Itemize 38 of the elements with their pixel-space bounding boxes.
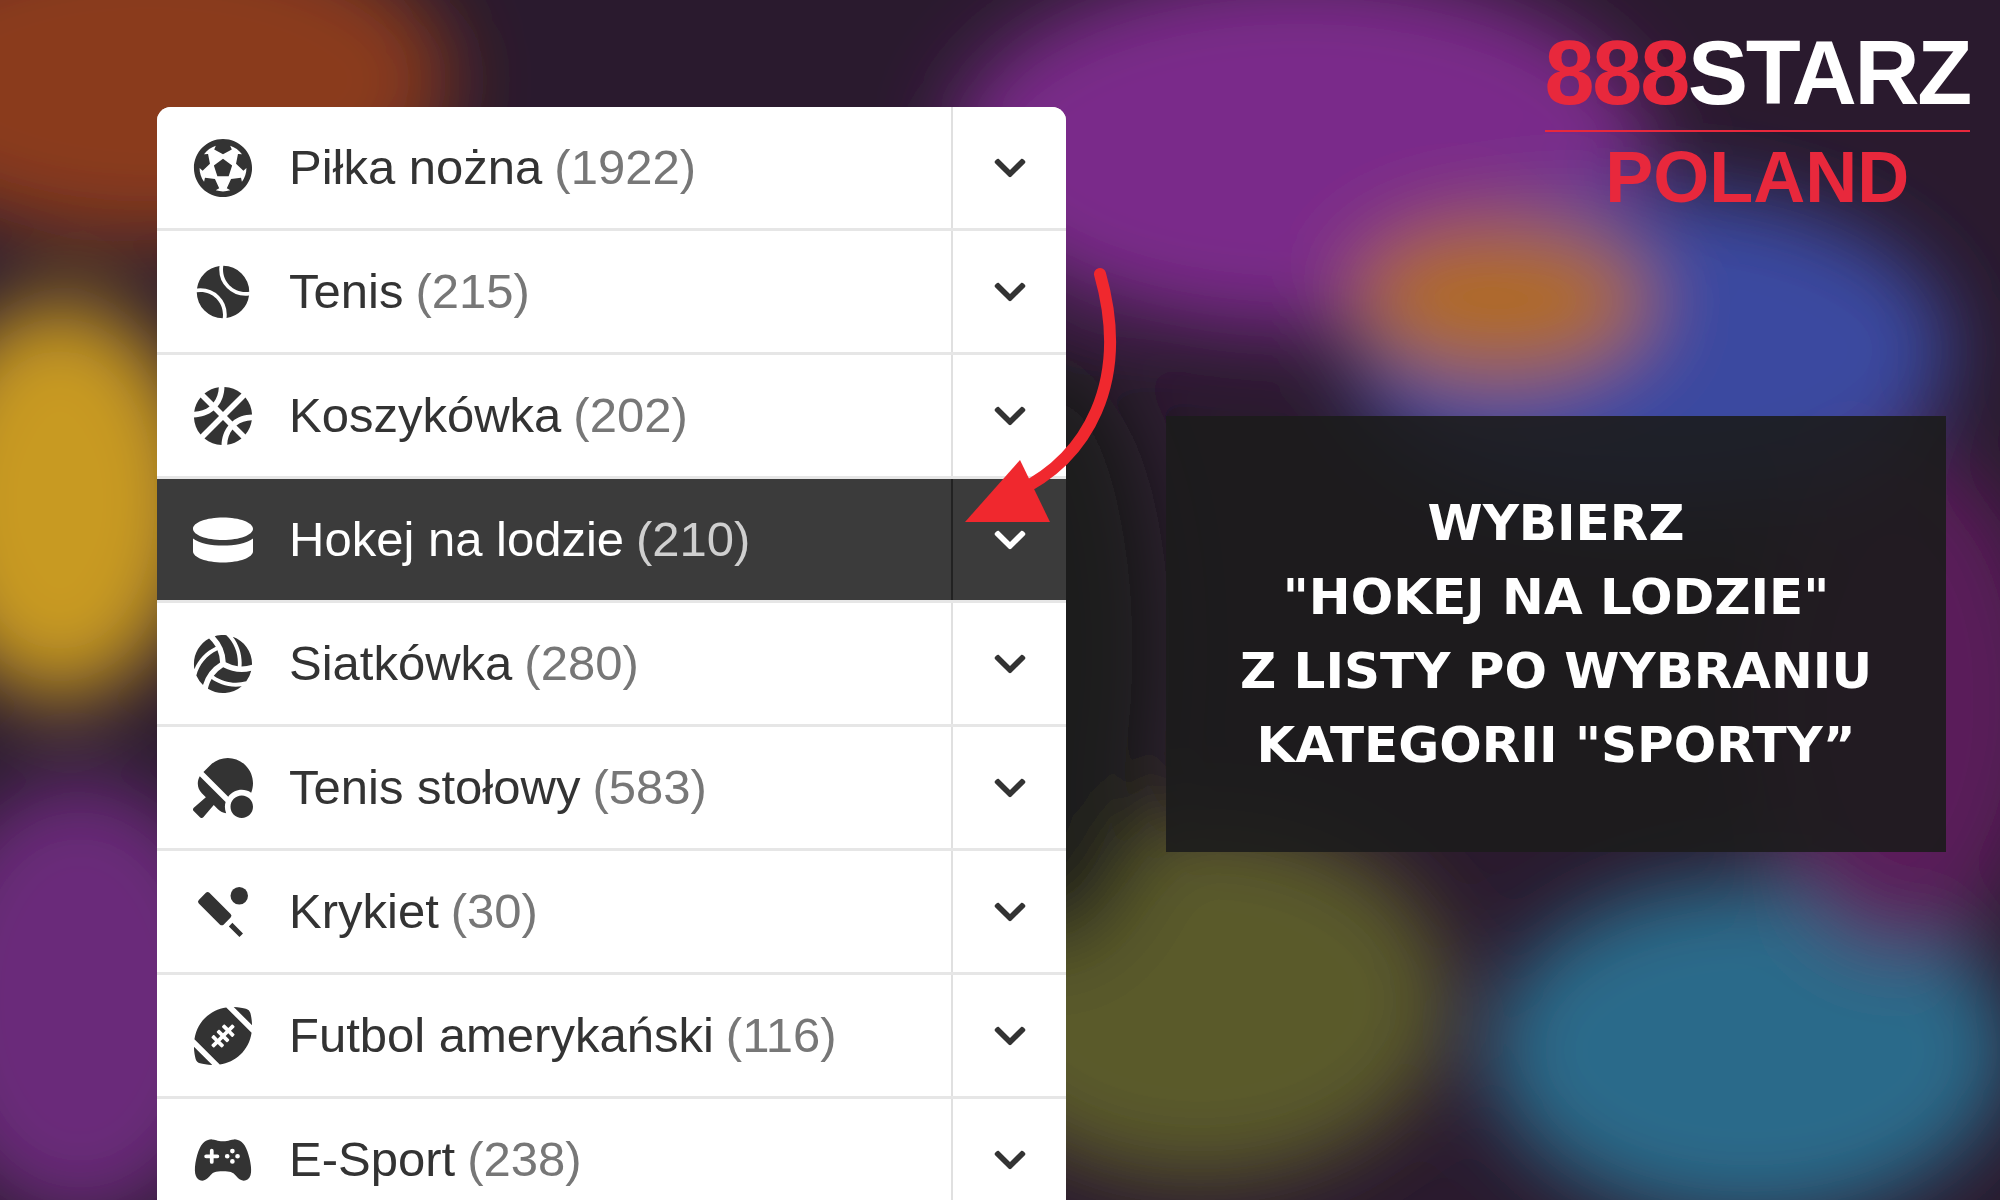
sport-item[interactable]: Piłka nożna (1922) — [157, 107, 1066, 228]
sport-name: Koszykówka — [289, 386, 562, 444]
sport-name: E-Sport — [289, 1130, 456, 1188]
sport-item[interactable]: Futbol amerykański (116) — [157, 975, 1066, 1096]
sport-count: (215) — [415, 262, 530, 320]
instruction-line: WYBIERZ — [1427, 493, 1685, 554]
sport-count: (1922) — [554, 138, 696, 196]
sport-count: (116) — [725, 1006, 837, 1064]
instruction-line: "HOKEJ NA LODZIE" — [1282, 567, 1830, 628]
table-tennis-icon — [193, 757, 253, 818]
sport-name: Hokej na lodzie — [289, 510, 625, 568]
sport-count: (583) — [592, 758, 707, 816]
sport-item[interactable]: Krykiet (30) — [157, 851, 1066, 972]
sport-item[interactable]: Hokej na lodzie (210) — [157, 479, 1066, 600]
sport-name: Siatkówka — [289, 634, 513, 692]
sport-name: Tenis stołowy — [289, 758, 581, 816]
american-football-icon — [193, 1005, 253, 1066]
sport-count: (280) — [524, 634, 639, 692]
logo-country: POLAND — [1605, 135, 1910, 219]
sport-item[interactable]: Siatkówka (280) — [157, 603, 1066, 724]
instruction-line: Z LISTY PO WYBRANIU — [1239, 641, 1873, 702]
sport-item[interactable]: Koszykówka (202) — [157, 355, 1066, 476]
volleyball-icon — [193, 633, 253, 694]
logo-word: STARZ — [1687, 22, 1970, 125]
sport-name: Tenis — [289, 262, 404, 320]
sport-item[interactable]: Tenis stołowy (583) — [157, 727, 1066, 848]
logo-number: 888 — [1544, 22, 1688, 125]
sport-count: (238) — [467, 1130, 582, 1188]
sport-name: Futbol amerykański — [289, 1006, 714, 1064]
basketball-icon — [193, 385, 253, 446]
sport-name: Piłka nożna — [289, 138, 543, 196]
sport-count: (210) — [636, 510, 751, 568]
sport-count: (202) — [573, 386, 688, 444]
sport-item[interactable]: Tenis (215) — [157, 231, 1066, 352]
sport-item[interactable]: E-Sport (238) — [157, 1099, 1066, 1200]
sport-name: Krykiet — [289, 882, 439, 940]
sport-count: (30) — [450, 882, 538, 940]
instruction-line: KATEGORII "SPORTY” — [1256, 715, 1856, 776]
